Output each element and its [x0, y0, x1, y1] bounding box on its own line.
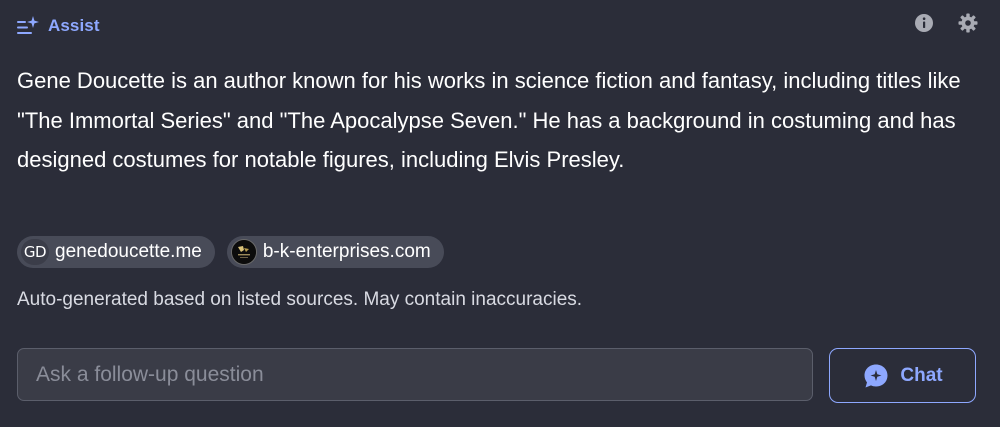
- info-button[interactable]: [914, 13, 934, 33]
- header-actions: [914, 13, 978, 33]
- source-chip-b-k-enterprises[interactable]: b-k-enterprises.com: [226, 236, 444, 268]
- chat-button-label: Chat: [900, 364, 943, 386]
- chat-button[interactable]: Chat: [829, 348, 976, 403]
- b-k-enterprises-favicon: [230, 239, 257, 265]
- source-label: genedoucette.me: [55, 241, 202, 262]
- sparkle-list-icon: [17, 16, 39, 34]
- followup-input[interactable]: [17, 348, 813, 401]
- settings-button[interactable]: [958, 13, 978, 33]
- source-chip-genedoucette[interactable]: GD genedoucette.me: [17, 236, 215, 268]
- assist-answer: Gene Doucette is an author known for his…: [17, 68, 961, 172]
- chat-bubble-sparkle-icon: [864, 364, 888, 387]
- assist-panel: Assist Gene Doucette is an author known …: [0, 0, 1000, 427]
- gear-icon: [958, 13, 978, 33]
- assist-header: Assist: [16, 14, 100, 38]
- source-list: GD genedoucette.me b-k-enterprises.com: [17, 236, 444, 268]
- b-k-logo-icon: [231, 240, 256, 264]
- genedoucette-favicon: GD: [21, 239, 49, 265]
- assist-title: Assist: [48, 16, 100, 35]
- source-label: b-k-enterprises.com: [262, 241, 431, 262]
- info-icon: [915, 14, 933, 32]
- disclaimer-text: Auto-generated based on listed sources. …: [17, 289, 583, 310]
